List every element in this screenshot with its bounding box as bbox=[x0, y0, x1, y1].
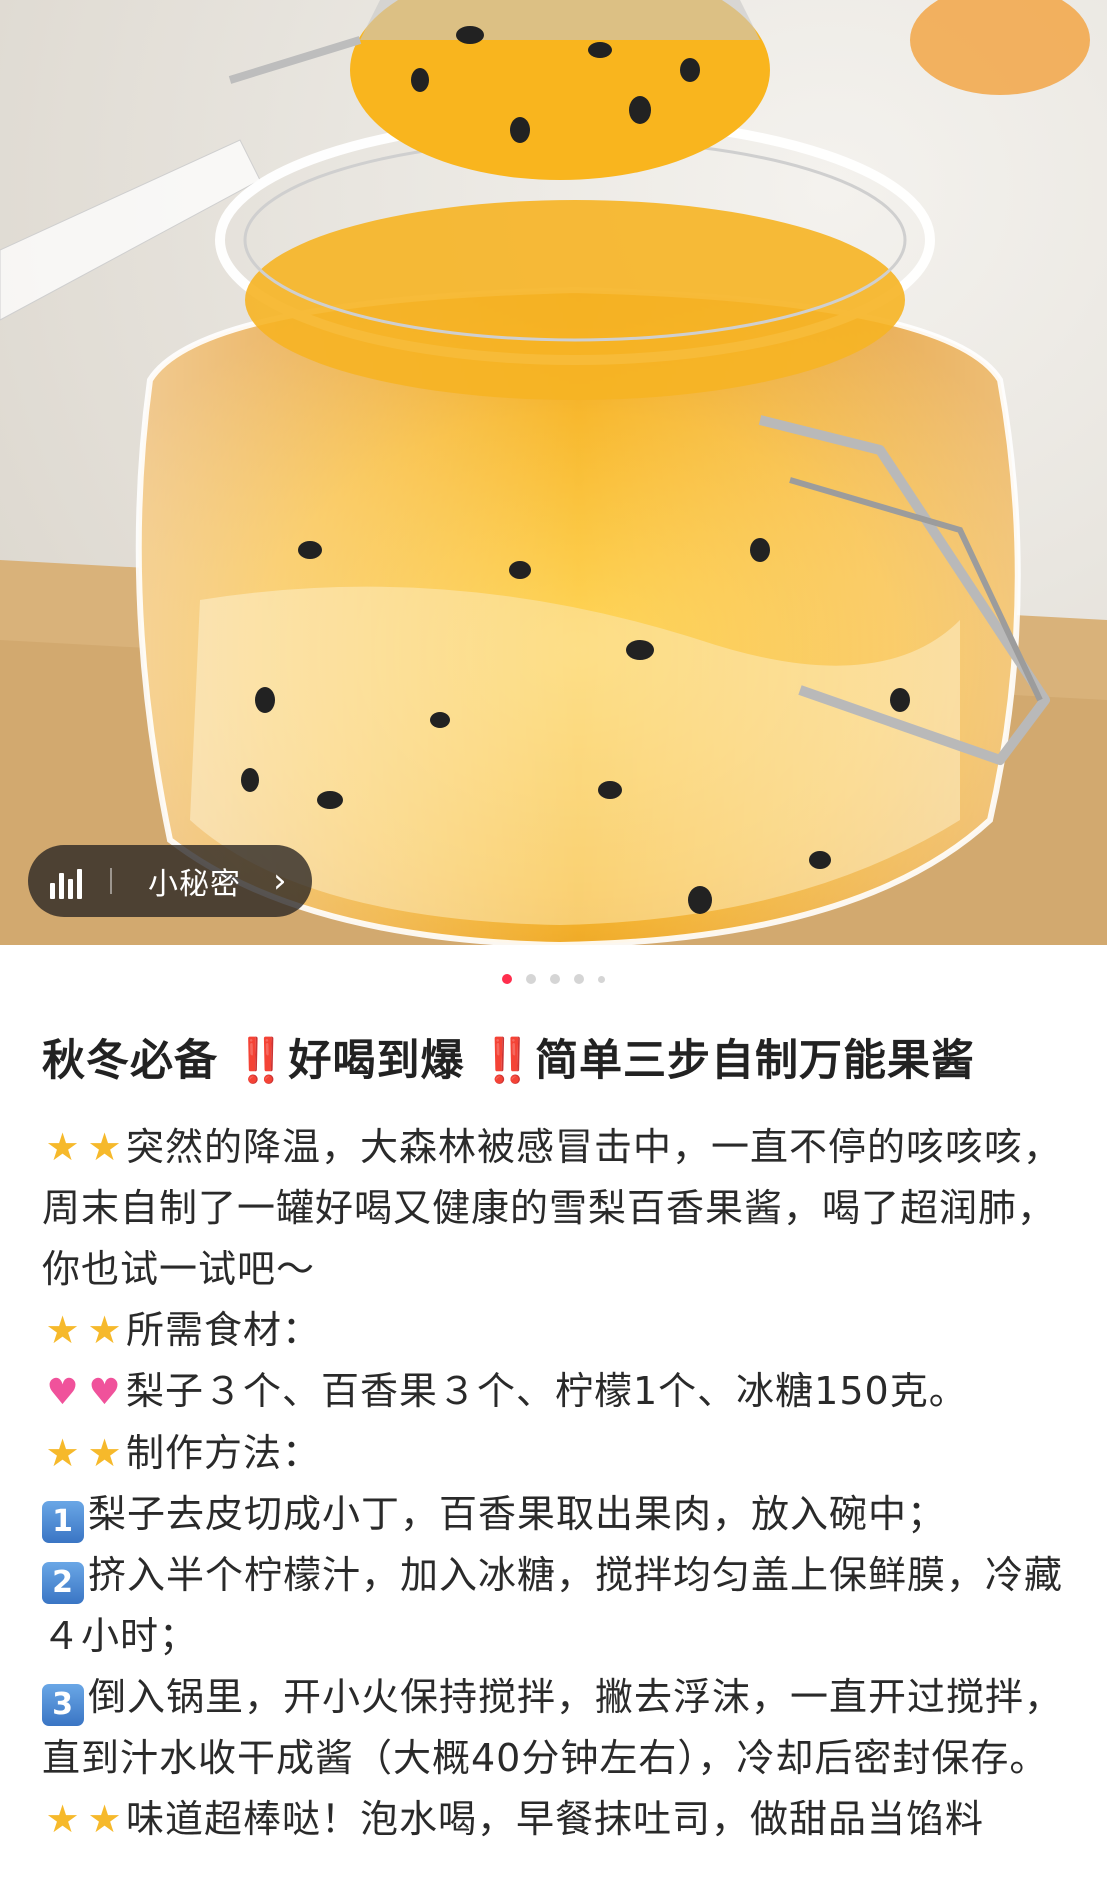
glowing-star-icon: ★ bbox=[87, 1125, 123, 1169]
glowing-star-icon: ★ bbox=[87, 1797, 123, 1841]
glowing-star-icon: ★ bbox=[45, 1797, 81, 1841]
tag-divider bbox=[110, 868, 112, 894]
chevron-right-icon: › bbox=[273, 861, 287, 901]
keycap-3-icon: 3 bbox=[42, 1684, 84, 1726]
carousel-indicator bbox=[0, 945, 1107, 1013]
title-segment: 秋冬必备 bbox=[42, 1036, 218, 1086]
method-heading: ★ ★制作方法： bbox=[42, 1423, 1065, 1484]
jam-jar-photo bbox=[0, 0, 1107, 945]
keycap-2-icon: 2 bbox=[42, 1562, 84, 1604]
post-image[interactable]: 小秘密 › bbox=[0, 0, 1107, 945]
step-1: 1 梨子去皮切成小丁，百香果取出果肉，放入碗中； bbox=[42, 1484, 1065, 1545]
title-segment: 简单三步自制万能果酱 bbox=[535, 1036, 976, 1086]
ingredients-heading: ★ ★所需食材： bbox=[42, 1300, 1065, 1361]
title-segment: 好喝到爆 bbox=[288, 1036, 465, 1086]
glowing-star-icon: ★ bbox=[87, 1431, 123, 1475]
two-hearts-icon: ♥ bbox=[46, 1372, 80, 1413]
glowing-star-icon: ★ bbox=[45, 1308, 81, 1352]
post-title: 秋冬必备 ‼️好喝到爆 ‼️简单三步自制万能果酱 bbox=[42, 1031, 1065, 1091]
intro-paragraph: ★ ★突然的降温，大森林被感冒击中，一直不停的咳咳咳，周末自制了一罐好喝又健康的雪… bbox=[42, 1117, 1065, 1300]
carousel-dot[interactable] bbox=[526, 974, 536, 984]
post-content: 秋冬必备 ‼️好喝到爆 ‼️简单三步自制万能果酱 ★ ★突然的降温，大森林被感冒击… bbox=[0, 1031, 1107, 1850]
carousel-dot[interactable] bbox=[598, 975, 605, 983]
carousel-dot[interactable] bbox=[550, 974, 560, 984]
glowing-star-icon: ★ bbox=[87, 1308, 123, 1352]
two-hearts-icon: ♥ bbox=[88, 1372, 122, 1413]
tag-label: 小秘密 bbox=[148, 867, 241, 902]
carousel-dot[interactable] bbox=[574, 974, 584, 984]
glowing-star-icon: ★ bbox=[45, 1431, 81, 1475]
double-exclamation-icon: ‼️ bbox=[480, 1036, 536, 1086]
double-exclamation-icon: ‼️ bbox=[233, 1036, 289, 1086]
post-body: ★ ★突然的降温，大森林被感冒击中，一直不停的咳咳咳，周末自制了一罐好喝又健康的雪… bbox=[42, 1117, 1065, 1850]
carousel-dot-active[interactable] bbox=[502, 974, 512, 984]
ingredients-list: ♥ ♥ 梨子３个、百香果３个、柠檬1个、冰糖150克。 bbox=[42, 1361, 1065, 1423]
glowing-star-icon: ★ bbox=[45, 1125, 81, 1169]
closing-paragraph: ★ ★味道超棒哒！泡水喝，早餐抹吐司，做甜品当馅料 bbox=[42, 1789, 1065, 1850]
sound-bars-icon bbox=[50, 863, 86, 899]
keycap-1-icon: 1 bbox=[42, 1501, 84, 1543]
step-2: 2 挤入半个柠檬汁，加入冰糖，搅拌均匀盖上保鲜膜，冷藏４小时； bbox=[42, 1553, 1064, 1658]
image-tag-button[interactable]: 小秘密 › bbox=[28, 845, 312, 917]
step-3: 3 倒入锅里，开小火保持搅拌，撇去浮沫，一直开过搅拌，直到汁水收干成酱（大概40分… bbox=[42, 1675, 1064, 1780]
